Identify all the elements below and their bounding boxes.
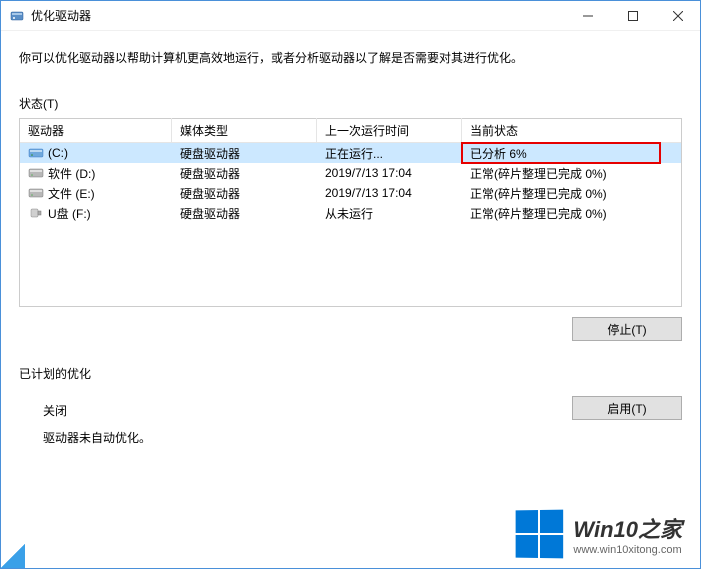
drive-name: 软件 (D:)	[48, 165, 95, 182]
window-title: 优化驱动器	[31, 7, 91, 24]
watermark: Win10之家 www.win10xitong.com	[515, 510, 682, 558]
schedule-status-text: 驱动器未自动优化。	[43, 429, 682, 446]
drive-lastrun: 从未运行	[317, 202, 462, 225]
drive-name: U盘 (F:)	[48, 205, 91, 222]
action-button-row: 停止(T)	[19, 307, 682, 351]
title-bar: 优化驱动器	[1, 1, 700, 31]
drive-icon	[28, 145, 44, 161]
drive-row[interactable]: 软件 (D:)硬盘驱动器2019/7/13 17:04正常(碎片整理已完成 0%…	[20, 163, 681, 183]
description-text: 你可以优化驱动器以帮助计算机更高效地运行，或者分析驱动器以了解是否需要对其进行优…	[19, 49, 682, 67]
col-header-drive[interactable]: 驱动器	[20, 118, 172, 143]
col-header-media[interactable]: 媒体类型	[172, 118, 317, 143]
column-headers: 驱动器 媒体类型 上一次运行时间 当前状态	[20, 119, 681, 143]
drive-state: 正常(碎片整理已完成 0%)	[462, 202, 681, 225]
drive-row[interactable]: (C:)硬盘驱动器正在运行...已分析 6%	[20, 143, 681, 163]
drive-icon	[28, 165, 44, 181]
schedule-box: 关闭 驱动器未自动优化。 启用(T)	[19, 388, 682, 446]
drive-lastrun: 正在运行...	[317, 142, 462, 165]
drive-row[interactable]: U盘 (F:) 硬盘驱动器从未运行正常(碎片整理已完成 0%)	[20, 203, 681, 223]
window-controls	[565, 1, 700, 30]
enable-button[interactable]: 启用(T)	[572, 396, 682, 420]
close-button[interactable]	[655, 1, 700, 30]
drive-name: 文件 (E:)	[48, 185, 95, 202]
app-icon	[9, 8, 25, 24]
maximize-button[interactable]	[610, 1, 655, 30]
minimize-button[interactable]	[565, 1, 610, 30]
col-header-lastrun[interactable]: 上一次运行时间	[317, 118, 462, 143]
drive-name: (C:)	[48, 146, 68, 160]
status-label: 状态(T)	[19, 95, 682, 112]
drive-row[interactable]: 文件 (E:)硬盘驱动器2019/7/13 17:04正常(碎片整理已完成 0%…	[20, 183, 681, 203]
corner-fold-icon	[1, 544, 25, 568]
drive-icon	[28, 185, 44, 201]
drive-lastrun: 2019/7/13 17:04	[317, 183, 462, 203]
watermark-url: www.win10xitong.com	[573, 544, 682, 556]
drive-lastrun: 2019/7/13 17:04	[317, 163, 462, 183]
drives-list-box: 驱动器 媒体类型 上一次运行时间 当前状态 (C:)硬盘驱动器正在运行...已分…	[19, 118, 682, 306]
schedule-label: 已计划的优化	[19, 365, 682, 382]
stop-button[interactable]: 停止(T)	[572, 317, 682, 341]
col-header-state[interactable]: 当前状态	[462, 118, 681, 143]
windows-logo-icon	[516, 510, 564, 559]
drive-icon	[28, 205, 44, 221]
watermark-title: Win10之家	[573, 512, 682, 544]
drive-media: 硬盘驱动器	[172, 202, 317, 225]
